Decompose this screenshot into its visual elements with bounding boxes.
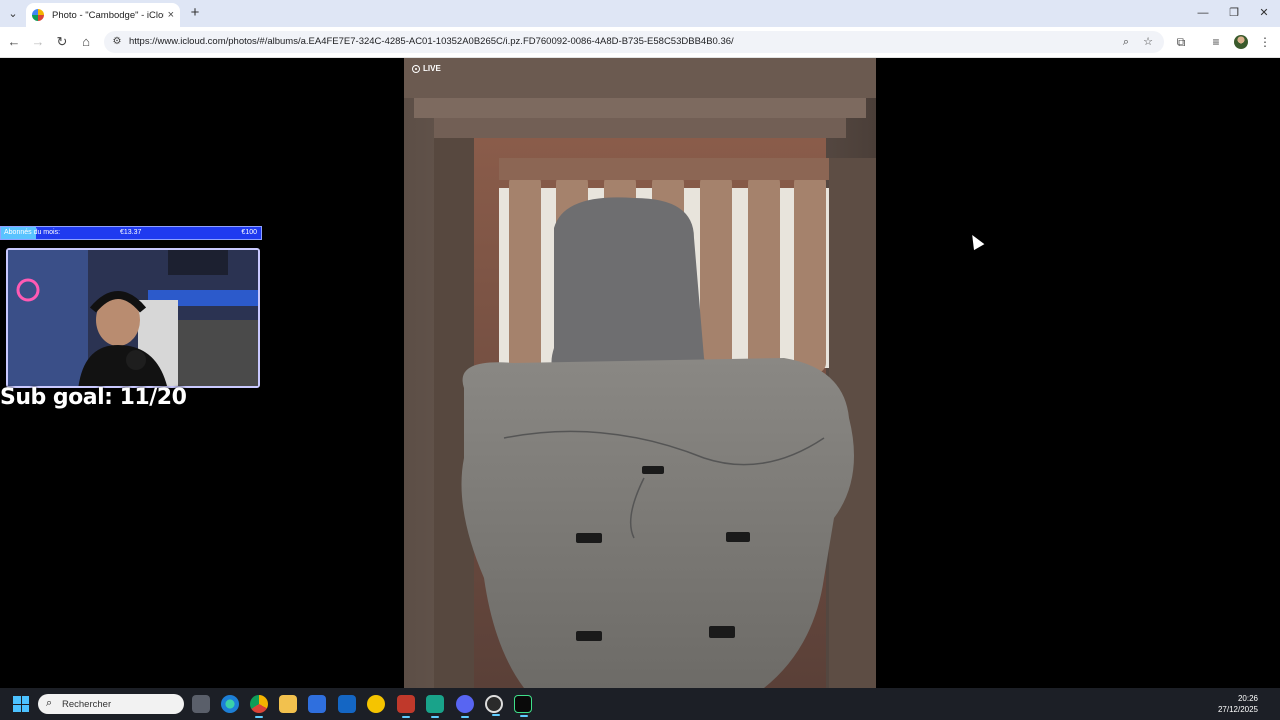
home-icon[interactable]: ⌂: [77, 33, 95, 51]
menu-icon[interactable]: ⋮: [1256, 33, 1274, 51]
tab-active[interactable]: Photo - "Cambodge" - iCloud P ×: [26, 3, 180, 27]
live-photo-badge[interactable]: LIVE: [412, 64, 441, 73]
taskbar-search[interactable]: ⌕ Rechercher: [38, 694, 184, 714]
close-window-button[interactable]: ✕: [1254, 5, 1274, 21]
photo-image[interactable]: [404, 58, 876, 688]
search-icon: ⌕: [46, 697, 53, 709]
forward-icon[interactable]: →: [29, 33, 47, 51]
edge-icon[interactable]: [221, 695, 239, 713]
tab-list-icon[interactable]: ⌄: [4, 4, 22, 22]
wave-app-icon[interactable]: [514, 695, 532, 717]
minimize-button[interactable]: —: [1193, 5, 1213, 21]
outlook-icon[interactable]: [338, 695, 356, 713]
search-placeholder[interactable]: Rechercher: [62, 699, 111, 710]
task-view-icon[interactable]: [192, 695, 210, 713]
new-tab-button[interactable]: +: [187, 5, 203, 21]
back-icon[interactable]: ←: [5, 33, 23, 51]
site-info-icon[interactable]: ⚙: [110, 35, 124, 49]
url-text[interactable]: https://www.icloud.com/photos/#/albums/a…: [129, 36, 734, 47]
norton-icon[interactable]: [367, 695, 385, 713]
obs-icon[interactable]: [485, 695, 503, 716]
extensions-icon[interactable]: ⧉: [1172, 33, 1190, 51]
green-app-icon[interactable]: [426, 695, 444, 718]
tab-strip: ⌄ Photo - "Cambodge" - iCloud P × + — ❐ …: [0, 0, 1280, 27]
chrome-icon[interactable]: [250, 695, 268, 718]
webcam-feed: [6, 248, 260, 388]
browser-toolbar: ← → ↻ ⌂ ⚙ https://www.icloud.com/photos/…: [0, 27, 1280, 58]
photo-viewer: LIVE Abonnés du mois: €13.37 €100 Sub go…: [0, 58, 1280, 688]
voicemeeter-icon[interactable]: [397, 695, 415, 718]
profile-avatar[interactable]: [1234, 35, 1248, 49]
tab-close-icon[interactable]: ×: [168, 9, 174, 21]
live-photo-icon: [412, 64, 420, 73]
media-control-icon[interactable]: ≡: [1207, 33, 1225, 51]
donation-goal-bar: Abonnés du mois: €13.37 €100: [0, 226, 262, 240]
windows-start-icon[interactable]: [13, 696, 29, 712]
live-label: LIVE: [423, 64, 441, 73]
webcam-illustration: [8, 250, 258, 386]
discord-icon[interactable]: [456, 695, 474, 718]
donation-goal-target: €100: [241, 229, 257, 236]
clock-time: 20:26: [1237, 694, 1258, 703]
statue-photo-illustration: [404, 58, 876, 688]
donation-goal-label: Abonnés du mois:: [4, 229, 61, 236]
zoom-icon[interactable]: ⌕: [1119, 35, 1133, 49]
microsoft-store-icon[interactable]: [308, 695, 326, 713]
sub-goal-text: Sub goal: 11/20: [0, 385, 187, 410]
photos-favicon-icon: [32, 9, 44, 21]
donation-goal-current: €13.37: [120, 229, 142, 236]
restore-button[interactable]: ❐: [1224, 5, 1244, 21]
reload-icon[interactable]: ↻: [53, 33, 71, 51]
address-bar[interactable]: ⚙ https://www.icloud.com/photos/#/albums…: [104, 31, 1164, 53]
file-explorer-icon[interactable]: [279, 695, 297, 713]
clock-date: 27/12/2025: [1217, 705, 1258, 714]
bookmark-star-icon[interactable]: ☆: [1141, 35, 1155, 49]
windows-taskbar: ⌕ Rechercher 20:26 27/12/2025: [0, 688, 1280, 720]
tab-title: Photo - "Cambodge" - iCloud P: [52, 9, 164, 21]
system-clock[interactable]: 20:26 27/12/2025: [1218, 693, 1258, 715]
mouse-cursor-icon: [967, 232, 985, 251]
